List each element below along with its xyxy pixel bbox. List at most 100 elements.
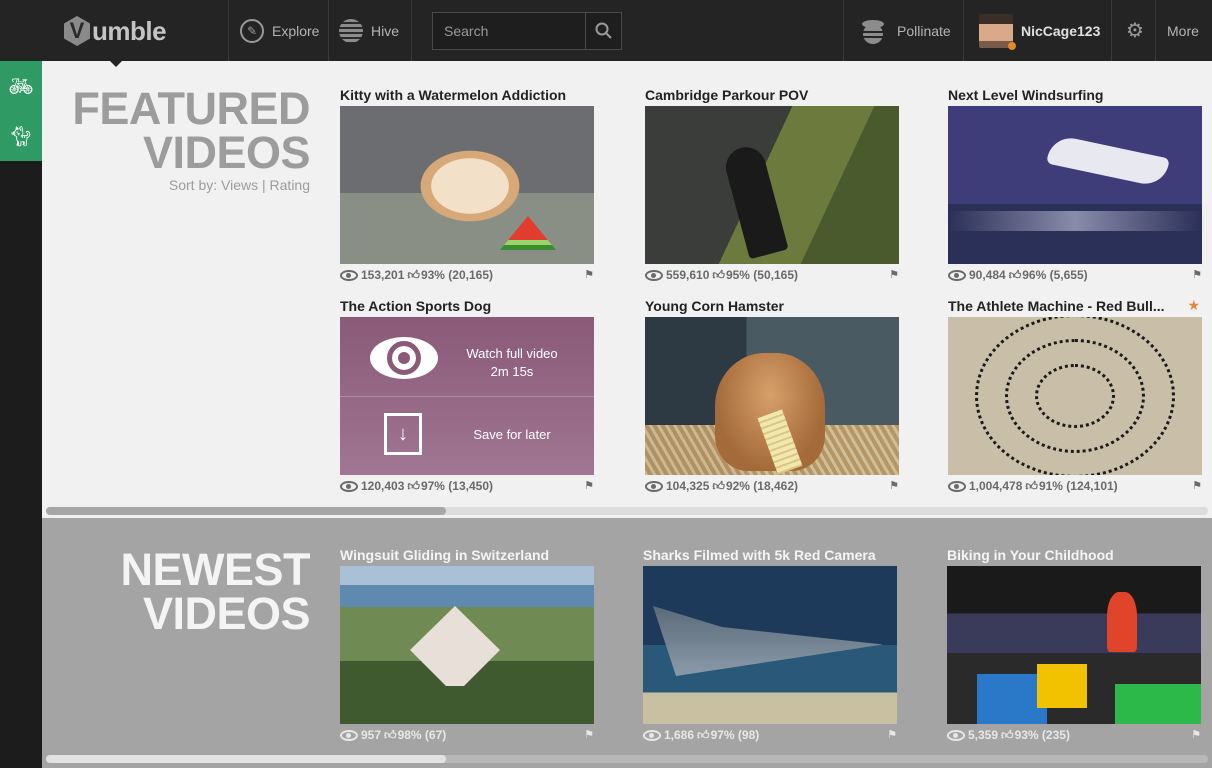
video-title[interactable]: Kitty with a Watermelon Addiction [340,86,594,106]
video-title[interactable]: The Athlete Machine - Red Bull... [948,297,1184,317]
eye-icon [645,269,663,281]
flag-icon[interactable]: ⚑ [887,728,897,741]
more-button[interactable]: More [1167,0,1199,61]
nav-explore[interactable]: ✎ Explore [240,0,319,61]
video-title[interactable]: Biking in Your Childhood [947,546,1201,566]
video-card[interactable]: The Athlete Machine - Red Bull... ★ 1,00… [948,297,1202,497]
logo-mark: V [64,16,90,46]
flag-icon[interactable]: ⚑ [889,268,899,281]
nav-divider [228,0,229,61]
star-icon[interactable]: ★ [1187,297,1200,314]
save-for-later-button[interactable]: Save for later [442,427,582,442]
sort-rating-link[interactable]: Rating [270,177,310,193]
video-thumbnail[interactable] [340,106,594,264]
scrollbar-thumb[interactable] [46,755,446,763]
logo-text: umble [92,15,167,46]
video-thumbnail[interactable] [948,106,1202,264]
top-bar: V umble ✎ Explore Hive Pollinate [0,0,1212,61]
cat-icon: 🐈︎ [8,125,34,148]
thumbnail-detail [1037,664,1087,708]
newest-heading: NEWEST VIDEOS [120,547,310,636]
view-count: 104,325 [666,479,710,493]
flag-icon[interactable]: ⚑ [584,268,594,281]
thumbs-up-icon: 👍︎ [1025,478,1038,493]
featured-section: FEATURED VIDEOS Sort by: Views | Rating … [42,61,1212,518]
nav-pollinate[interactable]: Pollinate [857,0,951,61]
video-thumbnail[interactable] [340,566,594,724]
logo[interactable]: V umble [64,14,167,48]
eye-icon [948,269,966,281]
video-thumbnail[interactable] [645,106,899,264]
view-count: 153,201 [361,268,405,282]
rail-animals-button[interactable]: 🐈︎ [0,111,42,161]
active-indicator [106,57,126,67]
flag-icon[interactable]: ⚑ [1191,728,1201,741]
nav-divider [843,0,844,61]
video-card[interactable]: Sharks Filmed with 5k Red Camera 1,686 👍… [643,546,897,746]
bee-icon [862,19,884,44]
featured-scrollbar[interactable] [46,507,1208,515]
video-card[interactable]: Kitty with a Watermelon Addiction 153,20… [340,86,594,286]
featured-heading-line2: VIDEOS [142,127,311,178]
video-thumbnail[interactable] [645,317,899,475]
eye-icon [340,480,358,492]
featured-heading-line1: FEATURED [72,83,310,134]
thumbs-up-icon: 👍︎ [712,267,725,282]
flag-icon[interactable]: ⚑ [584,728,594,741]
view-count: 957 [361,728,382,742]
video-title[interactable]: Cambridge Parkour POV [645,86,899,106]
view-count: 559,610 [666,268,710,282]
nav-hive[interactable]: Hive [339,0,399,61]
video-hover-overlay: Watch full video 2m 15s ↓ Save for later [340,317,594,475]
rail-sports-button[interactable]: 🚲︎ [0,61,42,111]
scrollbar-thumb[interactable] [46,507,446,515]
eye-icon [948,480,966,492]
search-input[interactable] [433,13,587,49]
flag-icon[interactable]: ⚑ [889,479,899,492]
video-card[interactable]: Next Level Windsurfing 90,484 👍︎ 96% (5,… [948,86,1202,286]
rating: 96% (5,655) [1022,268,1088,282]
featured-heading: FEATURED VIDEOS [72,83,311,178]
video-title[interactable]: Sharks Filmed with 5k Red Camera [643,546,897,566]
video-card[interactable]: Cambridge Parkour POV 559,610 👍︎ 95% (50… [645,86,899,286]
video-thumbnail[interactable] [948,317,1202,475]
bike-icon: 🚲︎ [8,75,34,98]
view-count: 5,359 [968,728,999,742]
video-stats: 1,004,478 👍︎ 91% (124,101) ⚑ [948,475,1202,497]
rating: 93% (235) [1014,728,1070,742]
video-stats: 1,686 👍︎ 97% (98) ⚑ [643,724,897,746]
video-title[interactable]: The Action Sports Dog [340,297,594,317]
thumbnail-detail [721,142,789,260]
view-count: 90,484 [969,268,1006,282]
online-indicator [1008,41,1016,50]
flag-icon[interactable]: ⚑ [1192,479,1202,492]
avatar [979,13,1016,50]
thumbnail-detail [1035,364,1115,428]
video-card[interactable]: The Action Sports Dog Watch full video 2… [340,297,594,497]
video-card[interactable]: Young Corn Hamster 104,325 👍︎ 92% (18,46… [645,297,899,497]
video-title[interactable]: Young Corn Hamster [645,297,899,317]
sort-views-link[interactable]: Views [221,177,258,193]
thumbs-up-icon: 👍︎ [1008,267,1022,282]
user-profile[interactable]: NicCage123 [979,0,1100,61]
rating: 97% (98) [710,728,760,742]
flag-icon[interactable]: ⚑ [584,479,594,492]
video-title[interactable]: Wingsuit Gliding in Switzerland [340,546,594,566]
eye-icon [643,729,661,741]
flag-icon[interactable]: ⚑ [1192,268,1202,281]
sort-by: Sort by: Views | Rating [169,177,310,193]
video-thumbnail[interactable] [643,566,897,724]
download-icon[interactable]: ↓ [384,413,422,455]
watch-full-video-button[interactable]: Watch full video 2m 15s [442,345,582,381]
video-card[interactable]: Wingsuit Gliding in Switzerland 957 👍︎ 9… [340,546,594,746]
thumbnail-detail [410,606,500,686]
newest-section: NEWEST VIDEOS Wingsuit Gliding in Switze… [42,518,1212,768]
video-card[interactable]: Biking in Your Childhood 5,359 👍︎ 93% (2… [947,546,1201,746]
eye-icon[interactable] [370,337,438,379]
video-stats: 120,403 👍︎ 97% (13,450) ⚑ [340,475,594,497]
newest-scrollbar[interactable] [46,755,1208,763]
search-button[interactable] [585,13,621,49]
video-thumbnail[interactable] [947,566,1201,724]
video-title[interactable]: Next Level Windsurfing [948,86,1202,106]
settings-button[interactable]: ⚙ [1126,0,1144,61]
